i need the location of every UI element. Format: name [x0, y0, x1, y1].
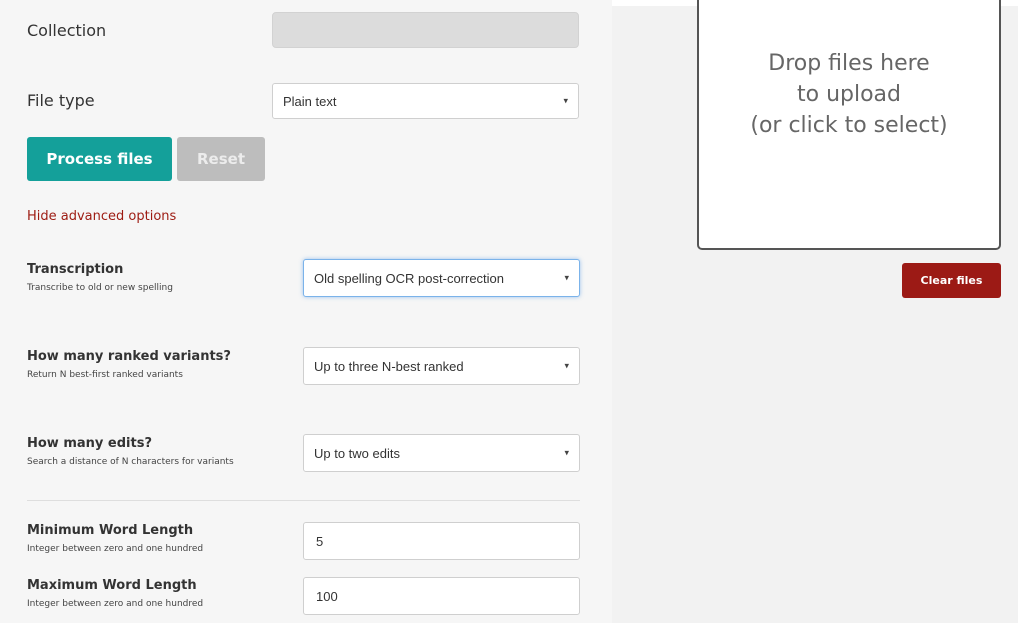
file-type-value: Plain text [283, 93, 337, 109]
ranked-variants-value: Up to three N-best ranked [314, 358, 464, 374]
edits-value: Up to two edits [314, 445, 400, 461]
transcription-value: Old spelling OCR post-correction [314, 270, 505, 286]
min-word-length-input[interactable]: 5 [303, 522, 580, 560]
dropdown-caret-icon: ▾ [564, 272, 569, 283]
reset-button[interactable]: Reset [177, 137, 265, 181]
edits-title: How many edits? [27, 436, 152, 451]
max-word-length-input[interactable]: 100 [303, 577, 580, 615]
max-word-length-help: Integer between zero and one hundred [27, 599, 204, 609]
dropzone-line-2: to upload [796, 82, 901, 107]
dropzone-line-1: Drop files here [768, 51, 930, 76]
section-divider [27, 500, 580, 501]
min-word-length-title: Minimum Word Length [27, 523, 194, 538]
clear-files-button[interactable]: Clear files [902, 263, 1001, 298]
dropdown-caret-icon: ▾ [564, 360, 569, 371]
file-dropzone[interactable]: Drop files here to upload (or click to s… [697, 0, 1001, 250]
dropdown-caret-icon: ▾ [564, 447, 569, 458]
transcription-select[interactable]: Old spelling OCR post-correction ▾ [303, 259, 580, 297]
process-files-button[interactable]: Process files [27, 137, 172, 181]
collection-label: Collection [27, 21, 107, 40]
edits-select[interactable]: Up to two edits ▾ [303, 434, 580, 472]
ranked-variants-title: How many ranked variants? [27, 349, 231, 364]
transcription-help: Transcribe to old or new spelling [27, 283, 173, 293]
max-word-length-title: Maximum Word Length [27, 578, 197, 593]
ranked-variants-help: Return N best-first ranked variants [27, 370, 183, 380]
file-type-label: File type [27, 91, 95, 110]
hide-advanced-options-link[interactable]: Hide advanced options [27, 209, 176, 224]
collection-field[interactable] [272, 12, 579, 48]
dropzone-line-3: (or click to select) [750, 113, 948, 138]
transcription-title: Transcription [27, 262, 124, 277]
min-word-length-help: Integer between zero and one hundred [27, 544, 204, 554]
ranked-variants-select[interactable]: Up to three N-best ranked ▾ [303, 347, 580, 385]
file-type-select[interactable]: Plain text ▾ [272, 83, 579, 119]
edits-help: Search a distance of N characters for va… [27, 457, 234, 467]
dropdown-caret-icon: ▾ [563, 95, 568, 106]
